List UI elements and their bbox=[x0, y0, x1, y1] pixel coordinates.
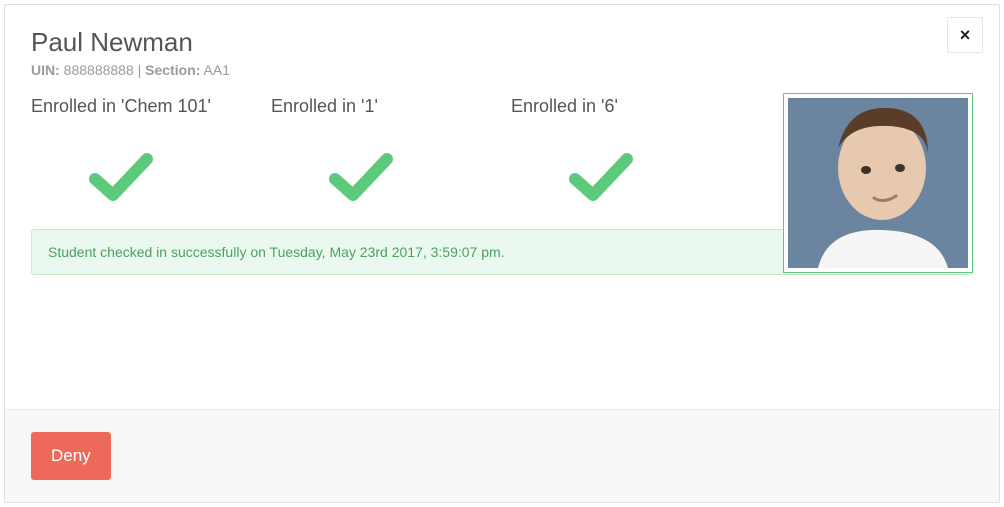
student-photo-frame bbox=[783, 93, 973, 273]
check-icon bbox=[511, 151, 751, 203]
enrollment-col: Enrolled in '6' bbox=[511, 96, 751, 203]
card-body: × Paul Newman UIN: 888888888 | Section: … bbox=[5, 5, 999, 409]
close-button[interactable]: × bbox=[947, 17, 983, 53]
uin-label: UIN: bbox=[31, 62, 60, 78]
enrollment-col: Enrolled in 'Chem 101' bbox=[31, 96, 271, 203]
enrollment-label: Enrolled in '1' bbox=[271, 96, 511, 117]
student-meta: UIN: 888888888 | Section: AA1 bbox=[31, 62, 973, 78]
uin-value: 888888888 bbox=[64, 62, 134, 78]
section-label: Section: bbox=[145, 62, 200, 78]
check-icon bbox=[271, 151, 511, 203]
section-value: AA1 bbox=[204, 62, 230, 78]
student-name: Paul Newman bbox=[31, 27, 973, 58]
check-icon bbox=[31, 151, 271, 203]
enrollment-label: Enrolled in '6' bbox=[511, 96, 751, 117]
student-photo bbox=[788, 98, 968, 268]
card-footer: Deny bbox=[5, 409, 999, 502]
alert-message: Student checked in successfully on Tuesd… bbox=[48, 244, 505, 260]
enrollment-col: Enrolled in '1' bbox=[271, 96, 511, 203]
deny-button[interactable]: Deny bbox=[31, 432, 111, 480]
enrollment-label: Enrolled in 'Chem 101' bbox=[31, 96, 271, 117]
close-icon: × bbox=[960, 26, 971, 44]
student-checkin-card: × Paul Newman UIN: 888888888 | Section: … bbox=[4, 4, 1000, 503]
